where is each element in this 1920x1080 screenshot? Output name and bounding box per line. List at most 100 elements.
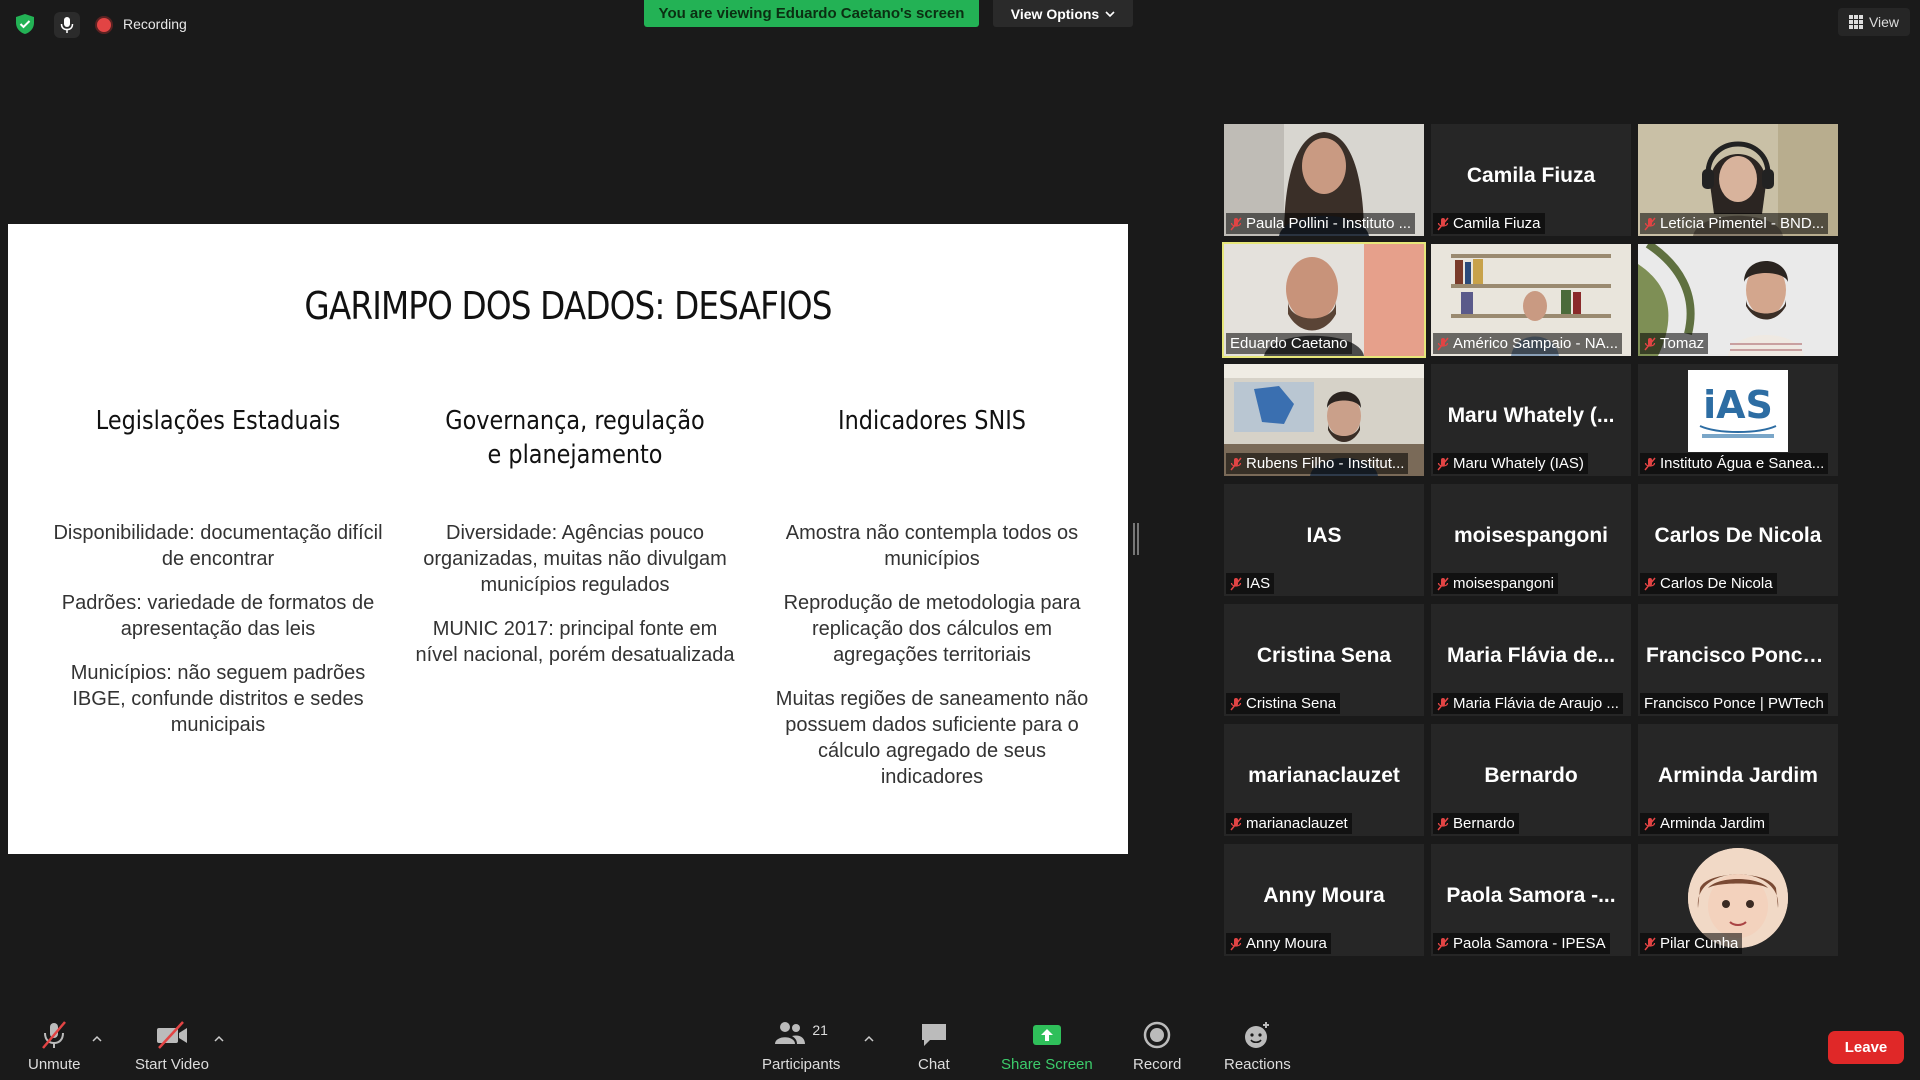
participant-tile[interactable]: IAS IAS	[1224, 484, 1424, 596]
participant-display-name: Maria Flávia de...	[1446, 644, 1616, 667]
microphone-muted-icon	[1230, 937, 1242, 950]
shared-screen-slide: GARIMPO DOS DADOS: DESAFIOS Legislações …	[8, 224, 1128, 854]
participant-name-label: Eduardo Caetano	[1230, 335, 1348, 352]
participant-name-label: Rubens Filho - Institut...	[1246, 455, 1405, 472]
microphone-muted-icon	[1644, 817, 1656, 830]
participant-display-name: Bernardo	[1484, 764, 1578, 787]
participant-nameplate: Américo Sampaio - NA...	[1433, 333, 1623, 354]
participant-tile[interactable]: Maru Whately (... Maru Whately (IAS)	[1431, 364, 1631, 476]
participant-nameplate: IAS	[1226, 573, 1275, 594]
microphone-muted-icon	[1230, 457, 1242, 470]
participant-nameplate: Bernardo	[1433, 813, 1519, 834]
participant-tile[interactable]: Maria Flávia de... Maria Flávia de Araujo…	[1431, 604, 1631, 716]
microphone-muted-icon	[1437, 697, 1449, 710]
participant-name-label: Paula Pollini - Instituto ...	[1246, 215, 1412, 232]
participant-name-label: Anny Moura	[1246, 935, 1327, 952]
participant-tile[interactable]: moisespangoni moisespangoni	[1431, 484, 1631, 596]
unmute-label: Unmute	[28, 1056, 81, 1073]
participant-display-name: Cristina Sena	[1256, 644, 1392, 667]
participant-tile[interactable]: Paula Pollini - Instituto ...	[1224, 124, 1424, 236]
participant-nameplate: Letícia Pimentel - BND...	[1640, 213, 1829, 234]
participants-count: 21	[812, 1022, 828, 1038]
unmute-button[interactable]: Unmute	[28, 1020, 81, 1073]
chat-button[interactable]: Chat	[918, 1020, 950, 1073]
participant-tile[interactable]: Francisco Ponce... Francisco Ponce | PWTe…	[1638, 604, 1838, 716]
participant-tile[interactable]: Américo Sampaio - NA...	[1431, 244, 1631, 356]
participants-options-caret-icon[interactable]	[864, 1034, 874, 1044]
participant-display-name: Francisco Ponce...	[1646, 644, 1832, 667]
participant-tile[interactable]: Camila Fiuza Camila Fiuza	[1431, 124, 1631, 236]
leave-button[interactable]: Leave	[1828, 1031, 1904, 1064]
participant-tile[interactable]: Rubens Filho - Institut...	[1224, 364, 1424, 476]
share-screen-icon	[1032, 1025, 1061, 1045]
recording-label: Recording	[123, 16, 187, 32]
column-item: Diversidade: Agências pouco organizadas,…	[423, 522, 727, 596]
participant-nameplate: marianaclauzet	[1226, 813, 1352, 834]
share-screen-label: Share Screen	[1001, 1056, 1093, 1073]
microphone-muted-icon	[1644, 337, 1656, 350]
svg-text:iAS: iAS	[1703, 383, 1773, 427]
participant-nameplate: Instituto Água e Sanea...	[1640, 453, 1829, 474]
share-screen-button[interactable]: Share Screen	[1001, 1020, 1093, 1073]
column-item: Amostra não contempla todos os município…	[785, 522, 1079, 570]
participant-nameplate: Anny Moura	[1226, 933, 1331, 954]
audio-status-button[interactable]	[54, 12, 80, 38]
participant-name-label: Bernardo	[1453, 815, 1515, 832]
microphone-muted-icon	[1437, 817, 1449, 830]
participant-nameplate: Eduardo Caetano	[1226, 333, 1352, 354]
participant-tile[interactable]: Tomaz	[1638, 244, 1838, 356]
participant-tile[interactable]: Pilar Cunha	[1638, 844, 1838, 956]
microphone-muted-icon	[1230, 697, 1242, 710]
participant-tile[interactable]: Paola Samora -... Paola Samora - IPESA	[1431, 844, 1631, 956]
microphone-icon	[60, 17, 74, 33]
participant-tile[interactable]: Arminda Jardim Arminda Jardim	[1638, 724, 1838, 836]
reactions-label: Reactions	[1224, 1056, 1291, 1073]
microphone-muted-icon	[1644, 577, 1656, 590]
participant-tile[interactable]: Letícia Pimentel - BND...	[1638, 124, 1838, 236]
participant-nameplate: Camila Fiuza	[1433, 213, 1545, 234]
view-options-button[interactable]: View Options	[993, 0, 1133, 27]
microphone-muted-icon	[42, 1021, 67, 1049]
video-options-caret-icon[interactable]	[214, 1034, 224, 1044]
column-item: Municípios: não seguem padrões IBGE, con…	[70, 662, 366, 736]
column-heading-line2: e planejamento	[487, 440, 663, 470]
participant-name-label: Carlos De Nicola	[1660, 575, 1773, 592]
participants-icon	[775, 1022, 806, 1044]
slide-column-governanca: Governança, regulação e planejamento Div…	[410, 404, 740, 686]
participant-tile[interactable]: Cristina Sena Cristina Sena	[1224, 604, 1424, 716]
grid-icon	[1848, 15, 1863, 29]
column-heading: Indicadores SNIS	[838, 406, 1026, 436]
audio-options-caret-icon[interactable]	[92, 1034, 102, 1044]
participant-tile[interactable]: Eduardo Caetano	[1222, 242, 1426, 358]
participant-name-label: Pilar Cunha	[1660, 935, 1739, 952]
column-item: Reprodução de metodologia para replicaçã…	[783, 592, 1081, 666]
participant-tile[interactable]: Bernardo Bernardo	[1431, 724, 1631, 836]
participant-display-name: moisespangoni	[1453, 524, 1609, 547]
column-item: Disponibilidade: documentação difícil de…	[53, 522, 383, 570]
participant-tile[interactable]: Anny Moura Anny Moura	[1224, 844, 1424, 956]
viewing-screen-banner: You are viewing Eduardo Caetano's screen	[644, 0, 979, 27]
participant-tile[interactable]: Carlos De Nicola Carlos De Nicola	[1638, 484, 1838, 596]
participant-tile[interactable]: marianaclauzet marianaclauzet	[1224, 724, 1424, 836]
security-shield-icon[interactable]	[14, 13, 36, 35]
microphone-muted-icon	[1230, 217, 1242, 230]
record-button[interactable]: Record	[1133, 1020, 1181, 1073]
participant-nameplate: Maria Flávia de Araujo ...	[1433, 693, 1623, 714]
reactions-button[interactable]: Reactions	[1224, 1020, 1291, 1073]
participant-display-name: Paola Samora -...	[1446, 884, 1616, 907]
recording-dot-icon	[97, 18, 111, 32]
microphone-muted-icon	[1644, 217, 1656, 230]
split-resize-handle[interactable]	[1133, 523, 1139, 555]
participant-tile[interactable]: iAS Instituto Água e Sanea...	[1638, 364, 1838, 476]
microphone-muted-icon	[1437, 457, 1449, 470]
view-button[interactable]: View	[1838, 8, 1910, 36]
participant-display-name: Carlos De Nicola	[1654, 524, 1822, 547]
start-video-button[interactable]: Start Video	[135, 1020, 209, 1073]
participant-display-name: IAS	[1306, 524, 1342, 547]
view-label: View	[1868, 14, 1900, 30]
participants-button[interactable]: 21 Participants	[762, 1020, 840, 1073]
participant-nameplate: Tomaz	[1640, 333, 1709, 354]
organization-logo: iAS	[1688, 370, 1788, 452]
column-item: MUNIC 2017: principal fonte em nível nac…	[415, 618, 735, 666]
participant-name-label: moisespangoni	[1453, 575, 1554, 592]
